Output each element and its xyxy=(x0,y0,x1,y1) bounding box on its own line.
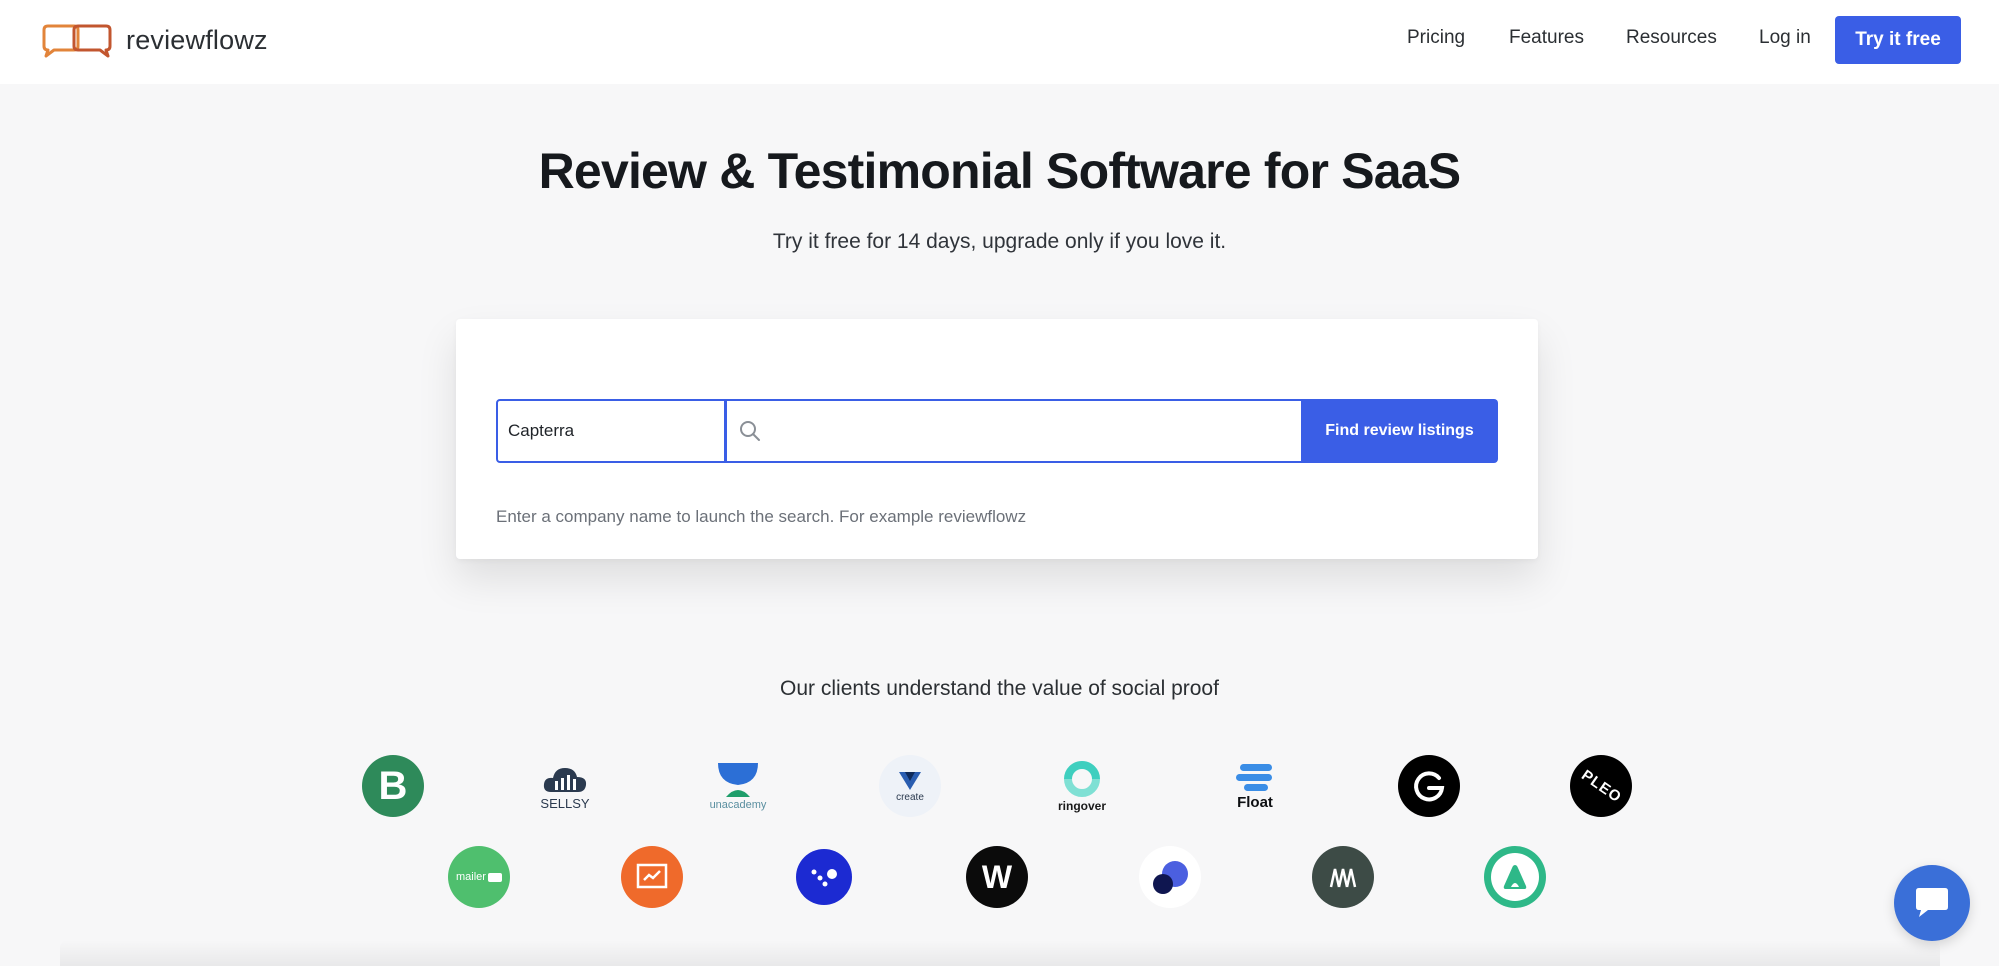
ringover-logo-text: ringover xyxy=(1057,799,1106,813)
w-logo-text: W xyxy=(981,858,1013,895)
find-review-listings-button[interactable]: Find review listings xyxy=(1301,399,1498,463)
mailerlite-logo: mailer xyxy=(448,846,510,908)
float-bars-icon xyxy=(1236,763,1272,791)
ringover-logo: ringover xyxy=(1051,755,1113,817)
m-logo xyxy=(1312,846,1374,908)
sellsy-logo: SELLSY xyxy=(534,755,596,817)
sellsy-logo-text: SELLSY xyxy=(540,795,590,811)
m-bars-icon xyxy=(1329,868,1357,888)
top-navbar: reviewflowz Pricing Features Resources L… xyxy=(0,0,1999,84)
mailerlite-logo-text: mailer xyxy=(456,871,486,883)
search-hint: Enter a company name to launch the searc… xyxy=(496,507,1027,526)
unacademy-mark-icon xyxy=(718,763,758,797)
create-logo: create xyxy=(879,755,941,817)
blob-logo xyxy=(1139,846,1201,908)
brand-name: reviewflowz xyxy=(126,24,268,55)
brevo-logo-text: B xyxy=(378,763,408,808)
page-title: Review & Testimonial Software for SaaS xyxy=(538,143,1462,199)
nav-features[interactable]: Features xyxy=(1509,27,1584,49)
dots-icon xyxy=(811,869,837,887)
unacademy-logo-text: unacademy xyxy=(709,799,767,811)
float-logo: Float xyxy=(1224,755,1286,817)
speech-bubbles-icon xyxy=(42,24,112,58)
w-logo: W xyxy=(966,846,1028,908)
unacademy-logo: unacademy xyxy=(707,755,769,817)
search-icon xyxy=(737,418,763,444)
nav-login[interactable]: Log in xyxy=(1759,27,1811,49)
pleo-logo-text: PLEO xyxy=(1577,766,1625,806)
create-logo-text: create xyxy=(896,791,924,803)
nav-resources[interactable]: Resources xyxy=(1626,27,1717,49)
brand-logo[interactable]: reviewflowz xyxy=(40,20,268,60)
pleo-logo: PLEO xyxy=(1570,755,1632,817)
g-circle-icon xyxy=(1414,771,1445,802)
company-search-input[interactable] xyxy=(763,401,1301,461)
company-search-field[interactable] xyxy=(726,399,1303,463)
chat-bubble-icon xyxy=(1916,888,1948,917)
brevo-logo: B xyxy=(362,755,424,817)
g-circle-logo xyxy=(1398,755,1460,817)
float-logo-text: Float xyxy=(1237,793,1273,811)
a-triangle-icon xyxy=(1503,865,1527,889)
create-v-icon xyxy=(899,771,921,790)
review-source-select[interactable]: Capterra xyxy=(496,399,726,463)
search-card: Capterra Find review listings Enter a co… xyxy=(456,319,1538,559)
mailerlite-lite-badge xyxy=(487,872,502,882)
hero-subtitle: Try it free for 14 days, upgrade only if… xyxy=(772,230,1227,253)
overlapping-circles-icon xyxy=(1153,861,1188,894)
a-logo xyxy=(1484,846,1546,908)
section-divider xyxy=(60,940,1940,966)
nav-pricing[interactable]: Pricing xyxy=(1407,27,1465,49)
cloud-bars-icon xyxy=(543,767,587,792)
clients-heading: Our clients understand the value of soci… xyxy=(780,677,1219,700)
chat-launcher-button[interactable] xyxy=(1894,865,1970,941)
try-free-button[interactable]: Try it free xyxy=(1835,16,1961,64)
ringover-ring-icon xyxy=(1064,761,1100,797)
dots-logo xyxy=(796,849,852,905)
review-source-value: Capterra xyxy=(508,421,575,440)
chart-frame-icon xyxy=(636,863,668,889)
chart-logo xyxy=(621,846,683,908)
